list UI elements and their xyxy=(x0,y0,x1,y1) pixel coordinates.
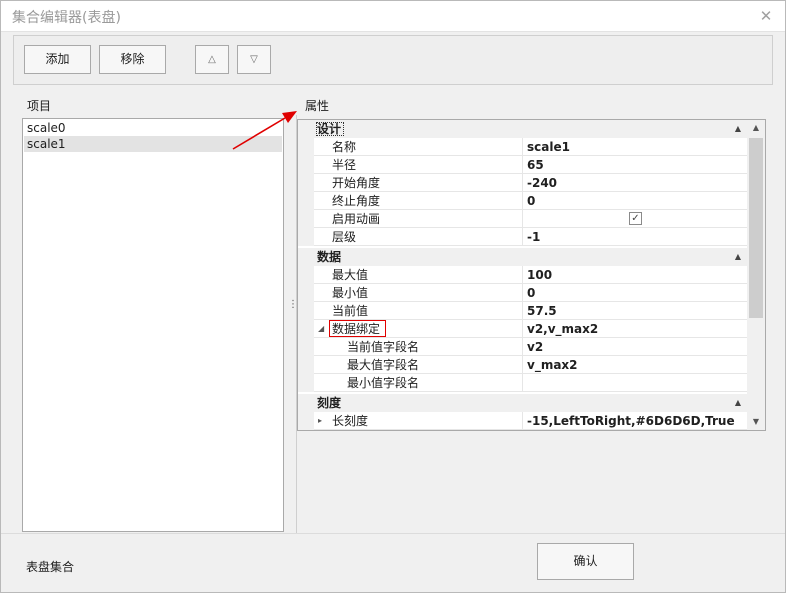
row-gutter xyxy=(298,302,314,320)
row-gutter xyxy=(298,356,314,374)
list-item[interactable]: scale1 xyxy=(24,136,282,152)
row-gutter xyxy=(298,228,314,246)
property-name: 最大值字段名 xyxy=(314,356,523,374)
property-value[interactable]: v2,v_max2 xyxy=(524,320,746,338)
property-value[interactable]: ✓ xyxy=(524,210,746,228)
collapse-icon[interactable]: ▲ xyxy=(735,248,741,266)
category-design[interactable]: 设计 ▲ xyxy=(298,120,747,138)
property-value[interactable]: 0 xyxy=(524,284,746,302)
scroll-thumb[interactable] xyxy=(749,138,763,318)
property-value[interactable]: -240 xyxy=(524,174,746,192)
collapse-icon[interactable]: ▲ xyxy=(735,394,741,412)
add-button[interactable]: 添加 xyxy=(24,45,91,74)
property-row[interactable]: 当前值 57.5 xyxy=(298,302,747,320)
property-row[interactable]: 最小值 0 xyxy=(298,284,747,302)
property-name: 半径 xyxy=(314,156,523,174)
category-scale[interactable]: 刻度 ▲ xyxy=(298,394,747,412)
row-gutter xyxy=(298,138,314,156)
property-name: 最大值 xyxy=(314,266,523,284)
property-value[interactable]: v2 xyxy=(524,338,746,356)
property-grid[interactable]: 设计 ▲ 名称 scale1 半径 65 开始角度 -240 终止角度 0 启用… xyxy=(297,119,766,431)
row-gutter xyxy=(298,374,314,392)
property-value[interactable]: 0 xyxy=(524,192,746,210)
properties-label: 属性 xyxy=(305,99,330,113)
collection-label: 表盘集合 xyxy=(26,560,75,574)
scroll-down-icon[interactable]: ▼ xyxy=(747,414,765,430)
property-name: 最小值字段名 xyxy=(314,374,523,392)
property-row-data-binding[interactable]: ◢ 数据绑定 v2,v_max2 xyxy=(298,320,747,338)
property-row[interactable]: 终止角度 0 xyxy=(298,192,747,210)
remove-button[interactable]: 移除 xyxy=(99,45,166,74)
move-down-button[interactable]: ▽ xyxy=(237,45,271,74)
close-icon[interactable]: ✕ xyxy=(756,6,776,26)
row-gutter xyxy=(298,156,314,174)
category-label: 刻度 xyxy=(317,396,342,410)
list-item[interactable]: scale0 xyxy=(24,120,282,136)
highlight-box xyxy=(329,320,386,337)
footer: 表盘集合 确认 xyxy=(1,533,785,592)
property-value[interactable]: -15,LeftToRight,#6D6D6D,True xyxy=(524,412,746,430)
scroll-up-icon[interactable]: ▲ xyxy=(747,120,765,136)
toolbar: 添加 移除 △ ▽ xyxy=(13,35,773,85)
property-value[interactable]: 57.5 xyxy=(524,302,746,320)
items-list[interactable]: scale0 scale1 xyxy=(22,118,284,532)
focus-indicator xyxy=(316,122,344,136)
ok-button[interactable]: 确认 xyxy=(537,543,634,580)
property-value[interactable]: scale1 xyxy=(524,138,746,156)
property-row[interactable]: 半径 65 xyxy=(298,156,747,174)
property-value[interactable]: v_max2 xyxy=(524,356,746,374)
row-gutter xyxy=(298,174,314,192)
property-row[interactable]: 层级 -1 xyxy=(298,228,747,246)
category-label: 数据 xyxy=(317,250,342,264)
property-row[interactable]: ▸ 长刻度 -15,LeftToRight,#6D6D6D,True xyxy=(298,412,747,430)
property-row[interactable]: 最大值 100 xyxy=(298,266,747,284)
move-up-button[interactable]: △ xyxy=(195,45,229,74)
property-row[interactable]: 最大值字段名 v_max2 xyxy=(298,356,747,374)
property-name: 开始角度 xyxy=(314,174,523,192)
row-gutter xyxy=(298,338,314,356)
collection-editor-window: 集合编辑器(表盘) ✕ 添加 移除 △ ▽ 项目 属性 scale0 scale… xyxy=(0,0,786,593)
enable-animation-checkbox[interactable]: ✓ xyxy=(629,212,642,225)
row-gutter xyxy=(298,412,314,430)
title-bar: 集合编辑器(表盘) ✕ xyxy=(1,1,785,32)
window-title: 集合编辑器(表盘) xyxy=(12,10,121,26)
property-row[interactable]: 开始角度 -240 xyxy=(298,174,747,192)
property-row[interactable]: 名称 scale1 xyxy=(298,138,747,156)
property-value[interactable] xyxy=(524,374,746,392)
property-value[interactable]: -1 xyxy=(524,228,746,246)
property-name: 终止角度 xyxy=(314,192,523,210)
property-name: 最小值 xyxy=(314,284,523,302)
property-row[interactable]: 启用动画 ✓ xyxy=(298,210,747,228)
property-row[interactable]: 当前值字段名 v2 xyxy=(298,338,747,356)
row-gutter xyxy=(298,320,314,338)
property-name: 当前值字段名 xyxy=(314,338,523,356)
row-gutter xyxy=(298,284,314,302)
property-row[interactable]: 最小值字段名 xyxy=(298,374,747,392)
property-name: 当前值 xyxy=(314,302,523,320)
property-name: 名称 xyxy=(314,138,523,156)
category-data[interactable]: 数据 ▲ xyxy=(298,248,747,266)
property-value[interactable]: 100 xyxy=(524,266,746,284)
property-name: 启用动画 xyxy=(314,210,523,228)
row-gutter xyxy=(298,210,314,228)
vertical-scrollbar[interactable]: ▲ ▼ xyxy=(747,120,765,430)
row-gutter xyxy=(298,192,314,210)
property-name: 长刻度 xyxy=(314,412,523,430)
collapse-icon[interactable]: ▲ xyxy=(735,120,741,138)
property-value[interactable]: 65 xyxy=(524,156,746,174)
property-name: 层级 xyxy=(314,228,523,246)
items-label: 项目 xyxy=(27,99,52,113)
splitter-handle[interactable]: ⋮ xyxy=(288,300,298,317)
row-gutter xyxy=(298,266,314,284)
